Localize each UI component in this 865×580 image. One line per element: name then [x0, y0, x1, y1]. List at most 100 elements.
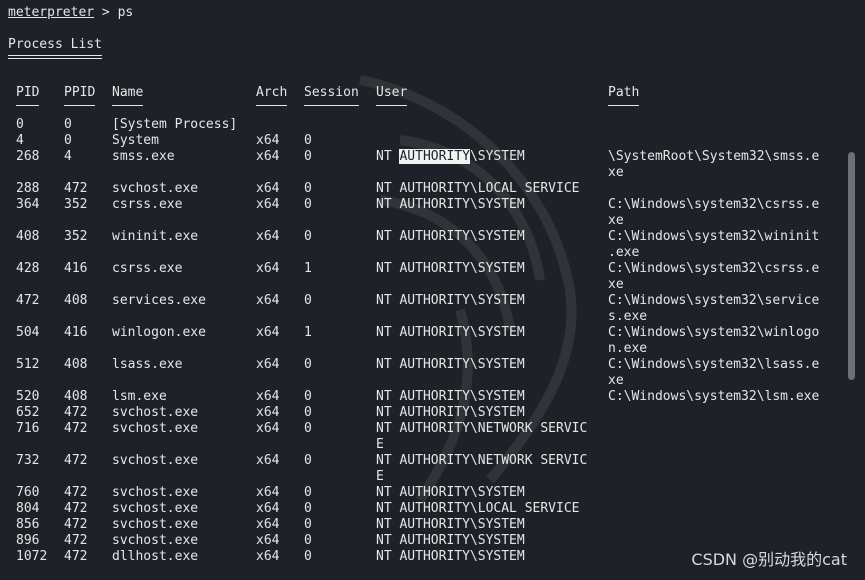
cell-name: smss.exe — [112, 149, 175, 164]
cell-arch: x64 — [256, 149, 280, 164]
cell-pid: 716 — [16, 421, 40, 436]
cell-ppid: 0 — [64, 117, 72, 132]
cell-ppid: 472 — [64, 181, 88, 196]
cell-user: NT AUTHORITY\NETWORK SERVIC — [376, 421, 588, 436]
prompt-command: ps — [117, 5, 134, 20]
cell-session: 1 — [304, 261, 312, 276]
cell-user: NT AUTHORITY\SYSTEM — [376, 389, 525, 404]
cell-session: 0 — [304, 453, 312, 468]
cell-name: lsass.exe — [112, 357, 183, 372]
cell-arch: x64 — [256, 325, 280, 340]
cell-ppid: 4 — [64, 149, 72, 164]
cell-user: NT AUTHORITY\SYSTEM — [376, 357, 525, 372]
cell-session: 0 — [304, 357, 312, 372]
text-selection: AUTHORITY — [399, 149, 470, 164]
cell-arch: x64 — [256, 501, 280, 516]
cell-session: 0 — [304, 149, 312, 164]
session-header: Session — [304, 85, 359, 100]
cell-arch: x64 — [256, 229, 280, 244]
cell-user: NT AUTHORITY\SYSTEM — [376, 549, 525, 564]
cell-user: E — [376, 469, 384, 484]
cell-session: 0 — [304, 389, 312, 404]
cell-name: wininit.exe — [112, 229, 199, 244]
cell-session: 0 — [304, 181, 312, 196]
prompt-separator: > — [94, 5, 118, 20]
cell-user: NT AUTHORITY\SYSTEM — [376, 149, 525, 164]
cell-arch: x64 — [256, 389, 280, 404]
cell-path: C:\Windows\system32\csrss.e — [608, 261, 820, 276]
cell-pid: 472 — [16, 293, 40, 308]
cell-arch: x64 — [256, 181, 280, 196]
pid-header-underline — [16, 105, 40, 106]
cell-name: lsm.exe — [112, 389, 167, 404]
cell-pid: 804 — [16, 501, 40, 516]
section-title: Process List — [8, 37, 102, 52]
prompt-line: meterpreter > ps — [8, 5, 133, 21]
user-header: User — [376, 85, 408, 100]
cell-pid: 364 — [16, 197, 40, 212]
cell-arch: x64 — [256, 517, 280, 532]
arch-header: Arch — [256, 85, 288, 100]
cell-pid: 1072 — [16, 549, 48, 564]
cell-pid: 268 — [16, 149, 40, 164]
cell-arch: x64 — [256, 261, 280, 276]
cell-ppid: 416 — [64, 261, 88, 276]
cell-user: NT AUTHORITY\NETWORK SERVIC — [376, 453, 588, 468]
name-header-underline — [112, 105, 144, 106]
ppid-header-underline — [64, 105, 96, 106]
path-header-underline — [608, 105, 640, 106]
cell-path: xe — [608, 213, 624, 228]
cell-path: n.exe — [608, 341, 648, 356]
cell-session: 0 — [304, 485, 312, 500]
cell-path: xe — [608, 165, 624, 180]
cell-name: svchost.exe — [112, 405, 199, 420]
cell-pid: 760 — [16, 485, 40, 500]
prompt-name: meterpreter — [8, 5, 95, 20]
cell-ppid: 352 — [64, 229, 88, 244]
cell-user: E — [376, 437, 384, 452]
cell-path: s.exe — [608, 309, 648, 324]
cell-session: 0 — [304, 421, 312, 436]
cell-session: 0 — [304, 133, 312, 148]
title-underline — [8, 55, 102, 56]
cell-path: C:\Windows\system32\service — [608, 293, 820, 308]
cell-user: NT AUTHORITY\SYSTEM — [376, 293, 525, 308]
cell-arch: x64 — [256, 453, 280, 468]
cell-path: C:\Windows\system32\csrss.e — [608, 197, 820, 212]
arch-header-underline — [256, 105, 288, 106]
cell-path: C:\Windows\system32\lsass.e — [608, 357, 820, 372]
cell-pid: 856 — [16, 517, 40, 532]
cell-name: svchost.exe — [112, 517, 199, 532]
cell-arch: x64 — [256, 197, 280, 212]
user-header-underline — [376, 105, 408, 106]
cell-pid: 428 — [16, 261, 40, 276]
cell-user: NT AUTHORITY\SYSTEM — [376, 405, 525, 420]
cell-user: NT AUTHORITY\LOCAL SERVICE — [376, 501, 580, 516]
cell-user: NT AUTHORITY\LOCAL SERVICE — [376, 181, 580, 196]
pid-header: PID — [16, 85, 40, 100]
cell-ppid: 0 — [64, 133, 72, 148]
cell-session: 0 — [304, 293, 312, 308]
cell-path: C:\Windows\system32\winlogo — [608, 325, 820, 340]
cell-name: dllhost.exe — [112, 549, 199, 564]
cell-pid: 732 — [16, 453, 40, 468]
cell-ppid: 408 — [64, 389, 88, 404]
cell-arch: x64 — [256, 293, 280, 308]
scrollbar[interactable] — [848, 152, 855, 380]
cell-ppid: 472 — [64, 501, 88, 516]
cell-pid: 652 — [16, 405, 40, 420]
cell-arch: x64 — [256, 549, 280, 564]
cell-ppid: 408 — [64, 293, 88, 308]
cell-pid: 504 — [16, 325, 40, 340]
cell-ppid: 472 — [64, 421, 88, 436]
cell-name: System — [112, 133, 159, 148]
cell-path: C:\Windows\system32\lsm.exe — [608, 389, 820, 404]
cell-pid: 520 — [16, 389, 40, 404]
cell-user: NT AUTHORITY\SYSTEM — [376, 533, 525, 548]
cell-pid: 408 — [16, 229, 40, 244]
cell-name: svchost.exe — [112, 181, 199, 196]
cell-user: NT AUTHORITY\SYSTEM — [376, 485, 525, 500]
cell-arch: x64 — [256, 357, 280, 372]
cell-session: 1 — [304, 325, 312, 340]
cell-name: svchost.exe — [112, 501, 199, 516]
